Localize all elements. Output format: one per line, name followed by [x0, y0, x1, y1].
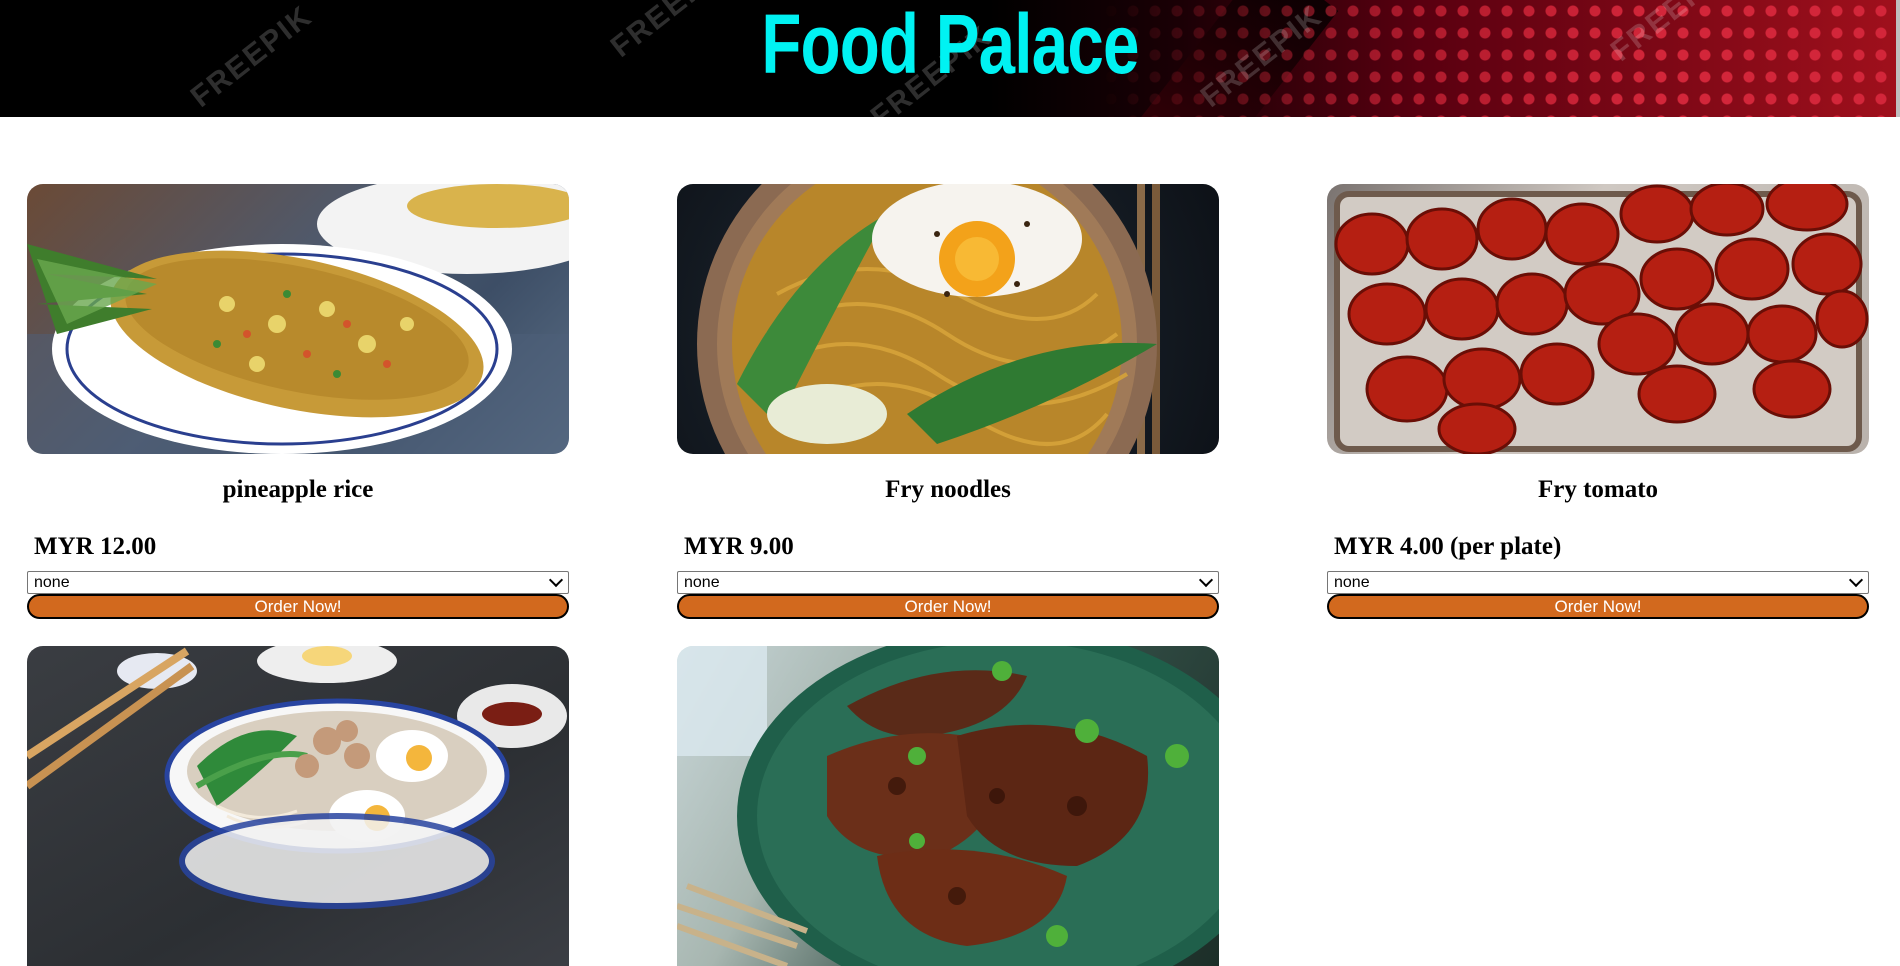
menu-card: Fry noodles MYR 9.00 none Order Now!: [677, 184, 1219, 619]
order-now-button[interactable]: Order Now!: [677, 594, 1219, 619]
quantity-select-value: none: [684, 574, 720, 591]
header-banner: FREEPIK FREEPIK FREEPIK FREEPIK FREEPIK …: [0, 0, 1900, 117]
grilled-chicken-photo: [677, 646, 1219, 966]
chevron-down-icon: [1198, 572, 1214, 588]
quantity-select[interactable]: none: [677, 571, 1219, 594]
order-now-button[interactable]: Order Now!: [1327, 594, 1869, 619]
dish-name: Fry noodles: [885, 476, 1011, 503]
noodle-soup-photo: [27, 646, 569, 966]
dish-name: pineapple rice: [222, 476, 374, 503]
chevron-down-icon: [1848, 572, 1864, 588]
chevron-down-icon: [548, 572, 564, 588]
dish-price: MYR 9.00: [684, 533, 794, 560]
quantity-select[interactable]: none: [27, 571, 569, 594]
pineapple-rice-photo: [27, 184, 569, 454]
menu-card: Fry tomato MYR 4.00 (per plate) none Ord…: [1327, 184, 1869, 619]
page-title: Food Palace: [761, 0, 1139, 91]
fry-tomato-photo: [1327, 184, 1869, 454]
quantity-select-value: none: [34, 574, 70, 591]
order-now-button[interactable]: Order Now!: [27, 594, 569, 619]
dish-name: Fry tomato: [1537, 476, 1659, 503]
scrollbar[interactable]: [1896, 0, 1900, 117]
quantity-select-value: none: [1334, 574, 1370, 591]
quantity-select[interactable]: none: [1327, 571, 1869, 594]
menu-card: [27, 646, 569, 966]
dish-price: MYR 12.00: [34, 533, 157, 560]
menu-card: pineapple rice MYR 12.00 none Order Now!: [27, 184, 569, 619]
fry-noodles-photo: [677, 184, 1219, 454]
dish-price: MYR 4.00 (per plate): [1334, 533, 1562, 560]
menu-card: [677, 646, 1219, 966]
